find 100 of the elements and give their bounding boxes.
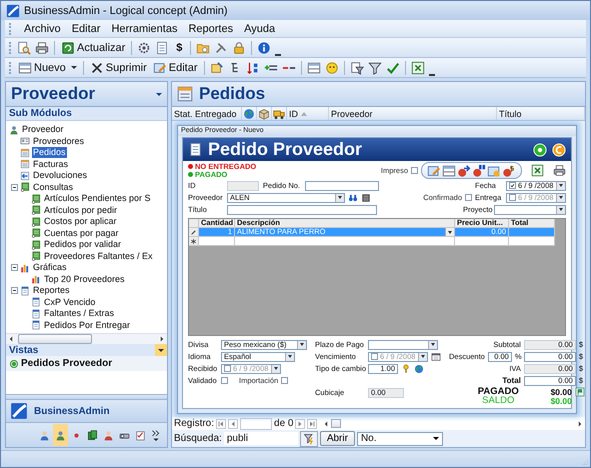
flag-icon[interactable] (574, 386, 585, 396)
binoculars-icon[interactable] (348, 192, 358, 202)
previous-record-icon[interactable] (228, 418, 238, 428)
tree-item[interactable]: Reportes (32, 285, 71, 296)
caret-icon[interactable] (156, 92, 162, 96)
calculator-icon[interactable] (361, 192, 371, 202)
print-preview-icon[interactable] (17, 40, 31, 54)
dropdown[interactable]: No. (356, 432, 443, 446)
delete-button[interactable]: Suprimir (88, 59, 148, 76)
tree-item[interactable]: Pedidos Por Entregar (43, 320, 132, 331)
tree-item[interactable]: Faltantes / Extras (43, 308, 116, 320)
edit-icon[interactable] (427, 164, 441, 178)
tree-item[interactable]: Gráficas (32, 262, 68, 274)
tree-toggle[interactable] (11, 184, 18, 191)
currency-button[interactable]: $ (173, 39, 186, 56)
checkbox[interactable] (465, 194, 472, 201)
scrollbar-thumb[interactable] (18, 334, 92, 344)
input-field[interactable] (227, 204, 377, 214)
column-header[interactable]: Proveedor (329, 107, 497, 120)
column-header[interactable] (257, 107, 272, 120)
column-header[interactable]: Título (497, 107, 585, 120)
menu-item[interactable]: Archivo (24, 22, 61, 34)
tree-item[interactable]: Artículos por pedir (43, 204, 118, 216)
splitter-handle[interactable] (6, 394, 167, 399)
smiley-icon[interactable] (324, 60, 338, 74)
lock-icon[interactable] (232, 40, 246, 54)
tree-toggle[interactable] (11, 287, 18, 294)
window-icon[interactable] (442, 164, 456, 178)
id-field[interactable] (227, 180, 259, 190)
menu-item[interactable]: Editar (72, 22, 100, 34)
tree-toggle[interactable] (11, 264, 18, 272)
scrollbar-thumb[interactable] (331, 419, 342, 428)
filter-document-icon[interactable] (350, 60, 364, 74)
menu-item[interactable]: Herramientas (111, 22, 178, 34)
form-icon (20, 148, 30, 158)
gear-icon[interactable] (137, 40, 152, 54)
scrollbar[interactable] (6, 333, 167, 344)
column-header[interactable]: Stat. Entregado (172, 107, 242, 120)
spreadsheet-icon[interactable] (531, 164, 544, 177)
checkbox[interactable] (224, 365, 231, 372)
tree-item[interactable]: Proveedor (21, 124, 65, 136)
edit-button[interactable]: Editar (152, 59, 198, 76)
tree-item[interactable]: Devoluciones (32, 170, 88, 182)
tree-item[interactable]: Pedidos (32, 147, 67, 158)
properties-icon[interactable] (210, 60, 224, 74)
search-field[interactable]: publi (224, 432, 298, 445)
checkbox[interactable] (509, 182, 516, 189)
record-field[interactable] (240, 418, 272, 430)
filter-button[interactable] (300, 430, 318, 446)
checkbox[interactable] (221, 377, 228, 384)
printer-icon[interactable] (35, 40, 49, 54)
resize-grip-icon[interactable] (580, 457, 590, 467)
tree-item[interactable]: Cuentas por pagar (43, 228, 120, 239)
filter-icon[interactable] (368, 60, 382, 74)
checkmark-icon[interactable] (386, 60, 400, 74)
first-record-icon[interactable] (216, 418, 226, 428)
menu-item[interactable]: Reportes (188, 22, 234, 34)
view-item[interactable]: Pedidos Proveedor (6, 356, 167, 371)
refresh-button[interactable]: Actualizar (60, 39, 126, 56)
checkbox[interactable] (371, 353, 378, 360)
new-button[interactable]: Nuevo (17, 59, 78, 76)
ball-arrow-icon[interactable] (457, 164, 471, 178)
tree-item[interactable]: Costos por aplicar (43, 216, 118, 228)
spreadsheet-icon[interactable] (410, 60, 424, 74)
tools-icon[interactable] (214, 40, 228, 54)
tree-item[interactable]: Pedidos por validar (43, 239, 122, 250)
open-button[interactable]: Abrir (320, 431, 355, 446)
globe-icon (243, 108, 255, 120)
ball-binoculars-icon[interactable] (472, 164, 486, 178)
window-icon[interactable] (306, 60, 320, 74)
ball-dollar-icon[interactable] (502, 164, 516, 178)
tree-item[interactable]: Artículos Pendientes por S (43, 193, 152, 204)
tree-item[interactable]: Proveedores Faltantes / Ex (43, 250, 154, 262)
tree-item[interactable]: Top 20 Proveedores (43, 274, 126, 285)
tree-item[interactable]: Proveedores (32, 136, 86, 147)
checkbox[interactable] (509, 194, 516, 201)
next-record-icon[interactable] (295, 418, 306, 428)
window-icon[interactable] (487, 164, 501, 178)
tree-item[interactable]: Facturas (32, 158, 70, 170)
globe-icon[interactable] (414, 364, 424, 374)
sort-icon[interactable] (246, 60, 260, 74)
input-field[interactable] (305, 180, 379, 190)
last-record-icon[interactable] (307, 418, 318, 428)
refresh-icon[interactable] (552, 142, 566, 156)
key-icon[interactable] (401, 364, 411, 374)
calendar-icon[interactable] (431, 352, 441, 362)
printer-icon[interactable] (553, 164, 566, 177)
checkbox[interactable] (411, 167, 418, 174)
tree-item[interactable]: CxP Vencido (43, 296, 96, 308)
record-icon[interactable] (533, 142, 547, 156)
checkbox[interactable] (281, 377, 288, 384)
column-header[interactable]: ID (287, 107, 329, 120)
info-icon[interactable] (257, 40, 272, 54)
tree-item[interactable]: Consultas (32, 182, 74, 193)
radio-button[interactable] (10, 360, 18, 368)
column-header[interactable] (272, 107, 287, 120)
menu-item[interactable]: Ayuda (244, 22, 276, 34)
views-menu-button[interactable] (155, 344, 167, 356)
dropdown[interactable] (494, 204, 566, 214)
dropdown[interactable] (368, 340, 438, 350)
